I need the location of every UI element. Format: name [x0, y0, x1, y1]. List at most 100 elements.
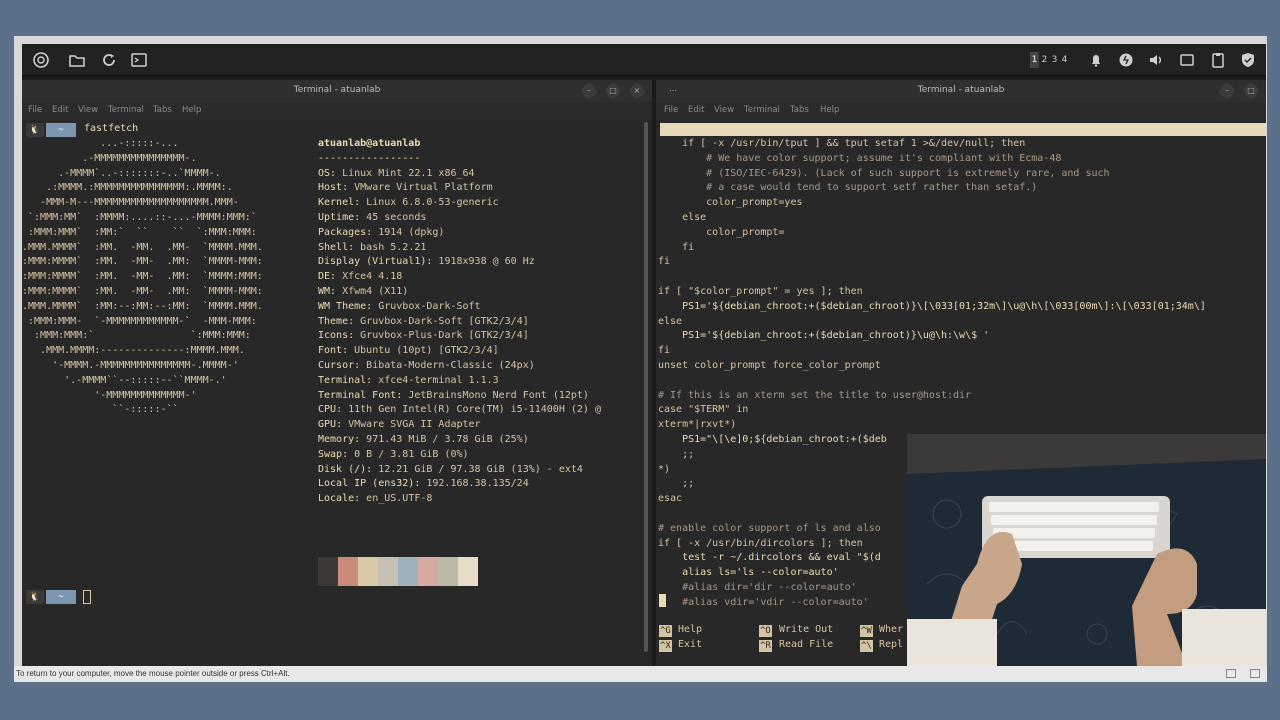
workspace-3[interactable]: 3	[1050, 52, 1059, 68]
user-host: atuanlab@atuanlab	[318, 138, 421, 149]
vm-screen[interactable]: 1 2 3 4 Terminal - atuanlab – □ × File E…	[22, 44, 1266, 666]
workspace-1[interactable]: 1	[1030, 52, 1039, 68]
terminal-content[interactable]: 🐧 ~ fastfetch ...-:::::-... .-MMMMMMMMMM…	[22, 120, 652, 666]
menu-help[interactable]: Help	[820, 105, 839, 115]
volume-icon[interactable]	[1145, 49, 1167, 71]
home-icon[interactable]	[30, 49, 52, 71]
info-key: Disk (/)	[318, 463, 367, 475]
code-line: *)	[658, 463, 671, 475]
separator: -----------------	[318, 152, 421, 164]
info-colon: :	[342, 448, 355, 460]
window-title: Terminal - atuanlab	[293, 85, 381, 95]
shortcut-exit[interactable]: Exit	[678, 639, 702, 650]
info-key: Uptime	[318, 211, 355, 223]
color-swatch	[418, 557, 438, 586]
code-line: esac	[658, 493, 683, 505]
file-manager-icon[interactable]	[66, 49, 88, 71]
info-key: Shell	[318, 241, 349, 253]
code-line: ;;	[658, 478, 695, 490]
workspace-2[interactable]: 2	[1040, 52, 1049, 68]
code-line: fi	[658, 241, 695, 253]
info-colon: :	[348, 330, 361, 342]
minimize-button[interactable]: –	[582, 84, 596, 98]
window-titlebar[interactable]: ⋯ Terminal - atuanlab – □	[656, 80, 1266, 102]
info-key: Font	[318, 345, 343, 357]
menu-edit[interactable]: Edit	[688, 105, 704, 115]
menu-terminal[interactable]: Terminal	[108, 105, 144, 115]
nano-header: GNU nano 7.2 /home/atuanlab/.bashrc	[660, 123, 1266, 161]
terminal-icon[interactable]	[128, 49, 150, 71]
ascii-logo-line: `:MMM:MM` :MMMM:....::-...-MMMM:MMM:`	[22, 212, 257, 223]
ascii-logo-line: :MMM:MMM` :MM:` `` `` `:MMM:MMM:	[22, 226, 257, 238]
ascii-logo-line: :MMM:MMMM` :MM. -MM- .MM: `MMMM-MMM:	[22, 256, 263, 268]
menu-tabs[interactable]: Tabs	[153, 105, 172, 115]
shortcut-replace[interactable]: Repl	[879, 639, 903, 650]
info-row: Terminal: xfce4-terminal 1.1.3	[318, 374, 499, 389]
shortcut-key-replace: ^\	[860, 640, 873, 652]
info-row: Terminal Font: JetBrainsMono Nerd Font (…	[318, 389, 589, 404]
prompt-dir-segment: ~	[46, 123, 76, 137]
window-icon[interactable]	[1176, 49, 1198, 71]
bell-icon[interactable]	[1085, 49, 1107, 71]
window-title: Terminal - atuanlab	[917, 85, 1005, 95]
status-window-button[interactable]	[1226, 669, 1236, 678]
code-line: # (ISO/IEC-6429). (Lack of such support …	[658, 167, 1110, 179]
shortcut-help[interactable]: Help	[678, 624, 702, 635]
info-key: GPU	[318, 419, 337, 431]
info-colon: :	[366, 300, 379, 312]
ascii-logo-line: :MMM:MMM:` `:MMM:MMM:	[22, 330, 251, 342]
clipboard-icon[interactable]	[1207, 49, 1229, 71]
refresh-icon[interactable]	[98, 49, 120, 71]
menu-edit[interactable]: Edit	[52, 105, 68, 115]
info-colon: :	[354, 197, 367, 209]
info-value: VMware SVGA II Adapter	[348, 419, 481, 431]
ascii-logo-line: .MMM.MMMM` :MM. -MM. .MM- `MMMM.MMM.	[22, 241, 263, 253]
maximize-button[interactable]: □	[606, 84, 620, 98]
network-icon[interactable]	[1115, 49, 1137, 71]
info-value: 1914 (dpkg)	[378, 226, 445, 238]
info-colon: :	[426, 256, 439, 268]
info-colon: :	[348, 241, 361, 253]
info-key: Local IP (ens32)	[318, 478, 415, 490]
shortcut-key-write-out: ^O	[759, 625, 772, 637]
minimize-button[interactable]: –	[1220, 84, 1234, 98]
info-colon: :	[366, 463, 379, 475]
info-value: 0 B / 3.81 GiB (0%)	[354, 448, 469, 460]
command-text: fastfetch	[84, 123, 139, 134]
menu-tabs[interactable]: Tabs	[790, 105, 809, 115]
info-value: en_US.UTF-8	[366, 493, 433, 505]
ascii-logo-line: :MMM:MMMM` :MM. -MM- .MM: `MMMM-MMM:	[22, 286, 263, 297]
status-window-button[interactable]	[1250, 669, 1260, 678]
ascii-logo-line: .-MMMMMMMMMMMMMMM-.	[22, 152, 197, 164]
menu-view[interactable]: View	[714, 105, 734, 115]
code-line: test -r ~/.dircolors && eval "$(d	[658, 552, 881, 564]
shortcut-write-out[interactable]: Write Out	[779, 624, 833, 635]
info-colon: :	[348, 315, 361, 327]
top-panel: 1 2 3 4	[22, 44, 1266, 76]
menu-help[interactable]: Help	[182, 105, 201, 115]
menu-file[interactable]: File	[28, 105, 42, 115]
vm-status-bar: To return to your computer, move the mou…	[14, 666, 1267, 682]
info-row: Host: VMware Virtual Platform	[318, 181, 493, 196]
info-key: Cursor	[318, 359, 355, 371]
menu-file[interactable]: File	[664, 105, 678, 115]
menu-view[interactable]: View	[78, 105, 98, 115]
info-value: VMware Virtual Platform	[354, 182, 493, 194]
terminal-window-left[interactable]: Terminal - atuanlab – □ × File Edit View…	[22, 80, 652, 666]
code-line: # We have color support; assume it's com…	[658, 152, 1062, 164]
scrollbar[interactable]	[644, 122, 648, 652]
shortcut-where-is[interactable]: Wher	[879, 624, 903, 635]
menu-bar: File Edit View Terminal Tabs Help	[22, 102, 652, 120]
ascii-logo-line: :MMM:MMMM` :MM. -MM- .MM: `MMMM:MMM:	[22, 271, 263, 283]
shield-icon[interactable]	[1237, 49, 1259, 71]
window-titlebar[interactable]: Terminal - atuanlab – □ ×	[22, 80, 652, 102]
code-line: PS1='${debian_chroot:+($debian_chroot)}\…	[658, 330, 990, 342]
close-button[interactable]: ×	[630, 84, 644, 98]
info-key: CPU	[318, 404, 337, 416]
menu-terminal[interactable]: Terminal	[744, 105, 780, 115]
maximize-button[interactable]: □	[1244, 84, 1258, 98]
info-row: Cursor: Bibata-Modern-Classic (24px)	[318, 359, 535, 374]
workspace-4[interactable]: 4	[1060, 52, 1069, 68]
shortcut-read-file[interactable]: Read File	[779, 639, 833, 650]
ascii-logo-line: '-MMMM.-MMMMMMMMMMMMMMM-.MMMM-'	[22, 360, 239, 371]
